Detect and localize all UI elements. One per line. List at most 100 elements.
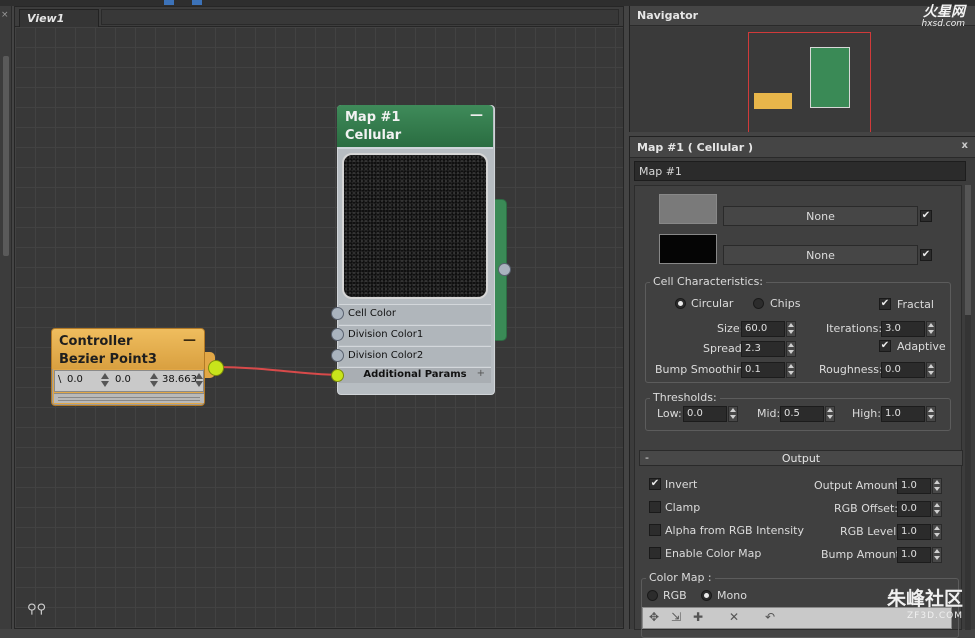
rgb-radio[interactable] xyxy=(647,590,658,601)
socket-cell-color[interactable] xyxy=(331,307,344,320)
size-field[interactable]: 60.0 xyxy=(741,321,785,337)
bump-amount-label: Bump Amount: xyxy=(821,548,904,561)
additional-params-label: Additional Params xyxy=(363,369,467,380)
cell-color-swatch[interactable] xyxy=(659,194,717,224)
map-output-socket[interactable] xyxy=(498,263,511,276)
low-field[interactable]: 0.0 xyxy=(683,406,727,422)
bump-amount-spinner[interactable] xyxy=(932,547,942,563)
map-node-header[interactable]: Map #1 Cellular — xyxy=(337,105,493,149)
enable-color-map-checkbox[interactable] xyxy=(649,547,661,559)
roughness-field[interactable]: 0.0 xyxy=(881,362,925,378)
input-division-color1[interactable]: Division Color1 xyxy=(339,325,491,345)
cell-color-map-checkbox[interactable]: ✔ xyxy=(920,210,932,222)
iterations-field[interactable]: 3.0 xyxy=(881,321,925,337)
invert-checkbox[interactable]: ✔ xyxy=(649,478,661,490)
output-amount-label: Output Amount: xyxy=(814,479,903,492)
high-field[interactable]: 1.0 xyxy=(881,406,925,422)
controller-values: \ 0.0 0.0 38.663 xyxy=(54,370,204,392)
mid-field[interactable]: 0.5 xyxy=(780,406,824,422)
value-x-spinner[interactable] xyxy=(101,373,109,389)
input-additional-params[interactable]: Additional Params + xyxy=(339,367,491,383)
map-name-field[interactable]: Map #1 xyxy=(634,161,966,181)
scrollbar-thumb[interactable] xyxy=(965,185,971,315)
low-spinner[interactable] xyxy=(728,406,738,422)
division-color-swatch[interactable] xyxy=(659,234,717,264)
output-amount-field[interactable]: 1.0 xyxy=(897,478,931,494)
properties-scrollbar[interactable] xyxy=(965,185,971,630)
value-x[interactable]: 0.0 xyxy=(67,374,83,385)
adaptive-checkbox[interactable]: ✔ xyxy=(879,340,891,352)
mono-radio[interactable] xyxy=(701,590,712,601)
alpha-from-rgb-checkbox[interactable] xyxy=(649,524,661,536)
node-canvas[interactable]: Controller Bezier Point3 — \ 0.0 0.0 38.… xyxy=(15,27,623,628)
value-z-spinner[interactable] xyxy=(195,373,203,389)
iterations-spinner[interactable] xyxy=(926,321,936,337)
socket-division-color2[interactable] xyxy=(331,349,344,362)
rgb-level-field[interactable]: 1.0 xyxy=(897,524,931,540)
thresholds-label: Thresholds: xyxy=(650,391,720,404)
enable-color-map-label: Enable Color Map xyxy=(665,547,762,560)
value-z[interactable]: 38.663 xyxy=(162,374,197,385)
cell-color-map-button[interactable]: None xyxy=(723,206,918,226)
division-color-map-button[interactable]: None xyxy=(723,245,918,265)
chips-label: Chips xyxy=(770,297,801,310)
controller-node[interactable]: Controller Bezier Point3 — \ 0.0 0.0 38.… xyxy=(51,328,205,406)
left-scrollbar[interactable]: × xyxy=(0,6,12,629)
output-amount-spinner[interactable] xyxy=(932,478,942,494)
fractal-checkbox[interactable]: ✔ xyxy=(879,298,891,310)
clamp-checkbox[interactable] xyxy=(649,501,661,513)
spread-label: Spread: xyxy=(703,342,746,355)
division-color-map-checkbox[interactable]: ✔ xyxy=(920,249,932,261)
collapse-icon[interactable]: - xyxy=(645,451,649,464)
scrollbar-thumb[interactable] xyxy=(3,56,9,256)
navigator-panel: Navigator 火星网 hxsd.com xyxy=(629,5,975,132)
controller-footer xyxy=(54,393,204,403)
controller-node-header[interactable]: Controller Bezier Point3 — xyxy=(52,329,204,369)
spread-spinner[interactable] xyxy=(786,341,796,357)
toolbar-button-1[interactable] xyxy=(164,0,174,5)
circular-radio[interactable] xyxy=(675,298,686,309)
controller-node-subtitle: Bezier Point3 xyxy=(59,352,157,367)
invert-label: Invert xyxy=(665,478,698,491)
value-y[interactable]: 0.0 xyxy=(115,374,131,385)
close-icon[interactable]: × xyxy=(1,10,11,20)
map-node[interactable]: Map #1 Cellular — Cell Color Division Co… xyxy=(337,105,495,395)
minimize-icon[interactable]: — xyxy=(183,332,196,350)
value-y-spinner[interactable] xyxy=(150,373,158,389)
bump-smoothing-field[interactable]: 0.1 xyxy=(741,362,785,378)
size-spinner[interactable] xyxy=(786,321,796,337)
socket-additional-params[interactable] xyxy=(331,369,344,382)
close-icon[interactable]: x xyxy=(962,140,968,151)
rgb-level-spinner[interactable] xyxy=(932,524,942,540)
delete-point-icon[interactable]: ✕ xyxy=(725,610,743,626)
rgb-offset-label: RGB Offset: xyxy=(834,502,898,515)
controller-output-socket[interactable] xyxy=(208,360,224,376)
bump-amount-field[interactable]: 1.0 xyxy=(897,547,931,563)
tab-view1[interactable]: View1 xyxy=(19,9,99,27)
rgb-offset-spinner[interactable] xyxy=(932,501,942,517)
chips-radio[interactable] xyxy=(753,298,764,309)
high-label: High: xyxy=(852,407,881,420)
bump-smoothing-spinner[interactable] xyxy=(786,362,796,378)
rgb-label: RGB xyxy=(663,589,687,602)
expand-icon[interactable]: + xyxy=(477,368,485,379)
rgb-offset-field[interactable]: 0.0 xyxy=(897,501,931,517)
roughness-spinner[interactable] xyxy=(926,362,936,378)
socket-division-color1[interactable] xyxy=(331,328,344,341)
output-rollout-header[interactable]: - Output xyxy=(639,450,963,466)
binoculars-icon[interactable]: ⚲⚲ xyxy=(27,602,46,617)
high-spinner[interactable] xyxy=(926,406,936,422)
spread-field[interactable]: 2.3 xyxy=(741,341,785,357)
input-cell-color[interactable]: Cell Color xyxy=(339,304,491,324)
add-point-icon[interactable]: ✚ xyxy=(689,610,707,626)
minimize-icon[interactable]: — xyxy=(470,107,483,125)
move-icon[interactable]: ✥ xyxy=(645,610,663,626)
zf3d-watermark: 朱峰社区 ZF3D.COM xyxy=(886,588,963,622)
navigator-area[interactable] xyxy=(630,27,975,132)
mid-spinner[interactable] xyxy=(825,406,835,422)
scale-icon[interactable]: ⇲ xyxy=(667,610,685,626)
reset-curve-icon[interactable]: ↶ xyxy=(761,610,779,626)
view-tabbar: View1 xyxy=(15,7,623,27)
toolbar-button-2[interactable] xyxy=(192,0,202,5)
input-division-color2[interactable]: Division Color2 xyxy=(339,346,491,366)
